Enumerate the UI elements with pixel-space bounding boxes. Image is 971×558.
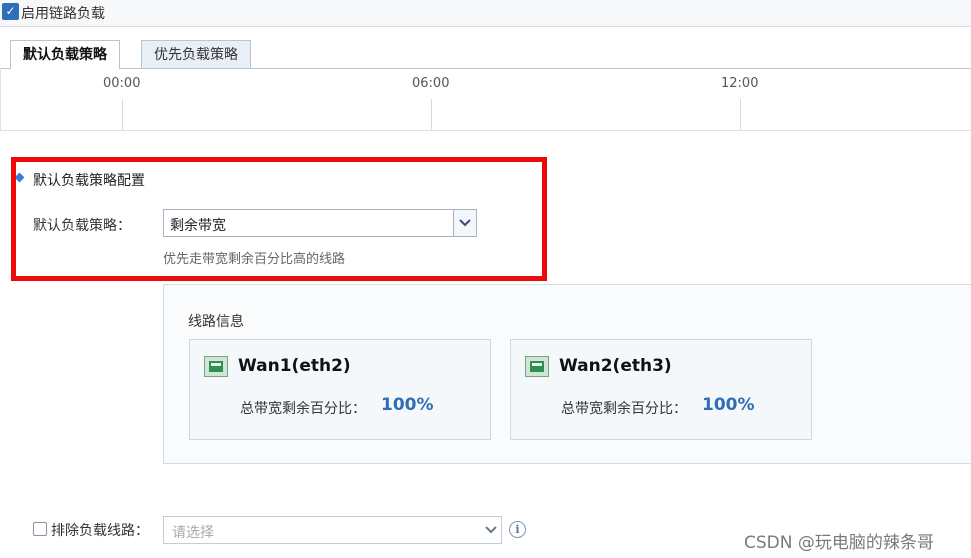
- bandwidth-remaining-value: 100%: [381, 395, 434, 415]
- wan-name: Wan2(eth3): [559, 356, 672, 376]
- watermark: CSDN @玩电脑的辣条哥: [744, 533, 934, 553]
- line-info-title: 线路信息: [188, 314, 244, 330]
- timeline: 00:00 06:00 12:00: [0, 68, 971, 131]
- link-load-page: ✓ 启用链路负载 默认负载策略 优先负载策略 00:00 06:00 12:00…: [0, 0, 971, 558]
- tab-priority-strategy[interactable]: 优先负载策略: [141, 40, 251, 68]
- ethernet-port-icon: [204, 356, 228, 377]
- highlight-annotation-box: [11, 157, 547, 281]
- enable-link-load-checkbox[interactable]: ✓: [2, 3, 19, 20]
- bandwidth-remaining-label: 总带宽剩余百分比：: [561, 401, 687, 417]
- wan-name: Wan1(eth2): [238, 356, 351, 376]
- strategy-tabs: 默认负载策略 优先负载策略: [0, 30, 971, 69]
- timeline-tick-label: 06:00: [412, 76, 450, 91]
- exclude-lines-select[interactable]: 请选择: [163, 516, 502, 544]
- chevron-down-icon[interactable]: [481, 517, 501, 543]
- exclude-lines-checkbox[interactable]: [33, 522, 47, 536]
- timeline-tick-line: [740, 99, 741, 130]
- ethernet-port-icon: [525, 356, 549, 377]
- exclude-lines-placeholder: 请选择: [172, 525, 214, 541]
- bandwidth-remaining-label: 总带宽剩余百分比：: [240, 401, 366, 417]
- info-icon[interactable]: i: [509, 521, 526, 538]
- exclude-lines-label: 排除负载线路：: [51, 523, 149, 539]
- enable-link-load-label: 启用链路负载: [21, 6, 105, 22]
- timeline-tick-label: 00:00: [103, 76, 141, 91]
- top-bar: ✓ 启用链路负载: [0, 0, 971, 27]
- line-info-panel: 线路信息 Wan1(eth2) 总带宽剩余百分比： 100% Wan2(eth3…: [163, 284, 971, 464]
- timeline-tick-line: [122, 99, 123, 130]
- chevron-down-icon-graphic: [485, 526, 497, 534]
- tab-default-strategy[interactable]: 默认负载策略: [10, 40, 120, 69]
- timeline-tick-label: 12:00: [721, 76, 759, 91]
- wan-card: Wan2(eth3) 总带宽剩余百分比： 100%: [510, 339, 812, 440]
- timeline-tick-line: [431, 99, 432, 130]
- bandwidth-remaining-value: 100%: [702, 395, 755, 415]
- wan-card: Wan1(eth2) 总带宽剩余百分比： 100%: [189, 339, 491, 440]
- check-icon: ✓: [5, 4, 16, 18]
